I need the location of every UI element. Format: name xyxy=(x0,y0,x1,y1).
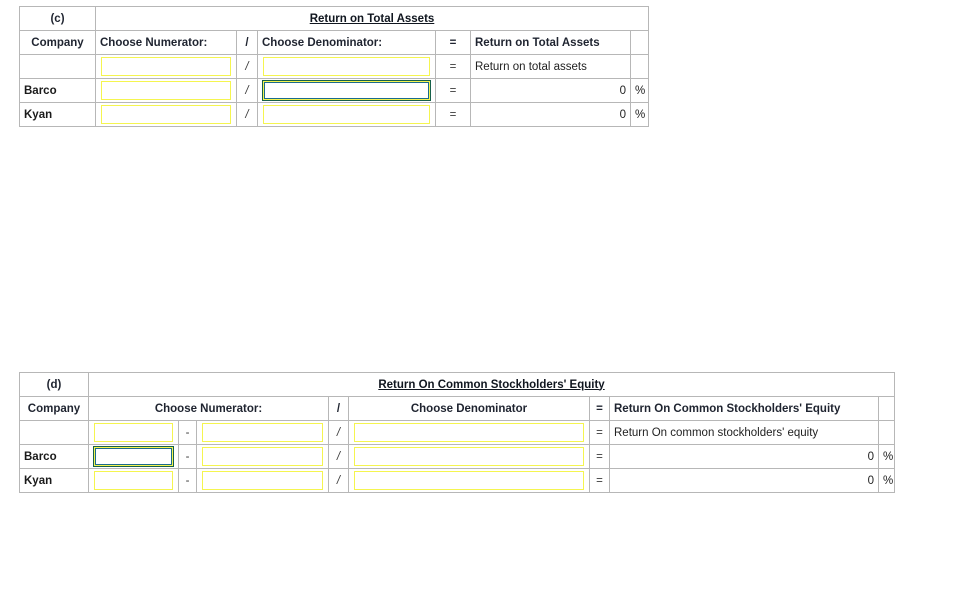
equals-operator: = xyxy=(589,444,610,469)
denominator-input-selected[interactable] xyxy=(257,78,436,103)
numerator-input[interactable] xyxy=(95,78,237,103)
col-header-numerator: Choose Numerator: xyxy=(88,396,329,421)
numerator-input-box[interactable] xyxy=(101,57,231,76)
equals-operator: = xyxy=(435,102,471,127)
col-header-result: Return On Common Stockholders' Equity xyxy=(609,396,879,421)
denominator-input-box[interactable] xyxy=(263,105,430,124)
minus-operator: - xyxy=(178,420,197,445)
worksheet-canvas: (c) Return on Total Assets Company Choos… xyxy=(0,0,968,608)
numerator-second-input[interactable] xyxy=(196,468,329,493)
table-d-header-row: Company Choose Numerator: / Choose Denom… xyxy=(19,396,895,421)
result-label: Return On common stockholders' equity xyxy=(609,420,879,445)
percent-symbol xyxy=(629,54,650,79)
col-header-divide: / xyxy=(236,30,258,55)
percent-symbol: % xyxy=(629,102,650,127)
result-value: 0 xyxy=(609,444,879,469)
numerator-second-input[interactable] xyxy=(196,420,329,445)
numerator-first-input-box[interactable] xyxy=(94,423,173,442)
denominator-input[interactable] xyxy=(257,54,436,79)
divide-operator: / xyxy=(328,444,349,469)
table-row: Barco / = 0 % xyxy=(19,78,650,103)
result-label: Return on total assets xyxy=(470,54,631,79)
numerator-second-input-box[interactable] xyxy=(202,471,323,490)
part-label-c: (c) xyxy=(19,6,96,31)
minus-operator: - xyxy=(178,444,197,469)
col-header-equals: = xyxy=(435,30,471,55)
table-row: Kyan / = 0 % xyxy=(19,102,650,127)
numerator-first-input[interactable] xyxy=(88,468,179,493)
denominator-input-box[interactable] xyxy=(354,471,584,490)
numerator-first-input-box[interactable] xyxy=(94,471,173,490)
result-value: 0 xyxy=(470,78,631,103)
numerator-input-box[interactable] xyxy=(101,105,231,124)
cell-company: Kyan xyxy=(19,102,96,127)
cell-company xyxy=(19,420,89,445)
divide-operator: / xyxy=(236,102,258,127)
col-header-divide: / xyxy=(328,396,349,421)
numerator-input[interactable] xyxy=(95,102,237,127)
cell-company: Barco xyxy=(19,444,89,469)
col-header-numerator: Choose Numerator: xyxy=(95,30,237,55)
table-row: Barco - / = 0 % xyxy=(19,444,895,469)
denominator-input-box[interactable] xyxy=(263,57,430,76)
return-on-total-assets-table: (c) Return on Total Assets Company Choos… xyxy=(19,6,650,127)
col-header-result: Return on Total Assets xyxy=(470,30,631,55)
denominator-input[interactable] xyxy=(348,420,590,445)
denominator-input[interactable] xyxy=(348,444,590,469)
numerator-input[interactable] xyxy=(95,54,237,79)
minus-operator: - xyxy=(178,468,197,493)
cell-company xyxy=(19,54,96,79)
table-row: Kyan - / = 0 % xyxy=(19,468,895,493)
percent-symbol: % xyxy=(629,78,650,103)
denominator-input-box[interactable] xyxy=(354,423,584,442)
divide-operator: / xyxy=(328,420,349,445)
cell-company: Barco xyxy=(19,78,96,103)
equals-operator: = xyxy=(589,420,610,445)
divide-operator: / xyxy=(236,54,258,79)
numerator-first-input-box[interactable] xyxy=(93,446,174,467)
percent-symbol: % xyxy=(878,468,895,493)
denominator-input-box[interactable] xyxy=(354,447,584,466)
return-on-common-stockholders-equity-table: (d) Return On Common Stockholders' Equit… xyxy=(19,372,895,493)
col-header-company: Company xyxy=(19,396,89,421)
divide-operator: / xyxy=(328,468,349,493)
table-d-title: Return On Common Stockholders' Equity xyxy=(88,372,895,397)
numerator-first-input[interactable] xyxy=(88,420,179,445)
result-value: 0 xyxy=(470,102,631,127)
col-header-company: Company xyxy=(19,30,96,55)
col-header-equals: = xyxy=(589,396,610,421)
numerator-second-input-box[interactable] xyxy=(202,447,323,466)
table-row: - / = Return On common stockholders' equ… xyxy=(19,420,895,445)
cell-company: Kyan xyxy=(19,468,89,493)
table-row: / = Return on total assets xyxy=(19,54,650,79)
divide-operator: / xyxy=(236,78,258,103)
col-header-denominator: Choose Denominator: xyxy=(257,30,436,55)
numerator-input-box[interactable] xyxy=(101,81,231,100)
denominator-input[interactable] xyxy=(348,468,590,493)
col-header-percent xyxy=(629,30,650,55)
numerator-first-input-selected[interactable] xyxy=(88,444,179,469)
equals-operator: = xyxy=(589,468,610,493)
table-c-header-row: Company Choose Numerator: / Choose Denom… xyxy=(19,30,650,55)
col-header-percent xyxy=(878,396,895,421)
part-label-d: (d) xyxy=(19,372,89,397)
table-c-title-row: (c) Return on Total Assets xyxy=(19,6,650,31)
table-d-title-row: (d) Return On Common Stockholders' Equit… xyxy=(19,372,895,397)
result-value: 0 xyxy=(609,468,879,493)
denominator-input-box[interactable] xyxy=(262,80,431,101)
numerator-second-input-box[interactable] xyxy=(202,423,323,442)
numerator-second-input[interactable] xyxy=(196,444,329,469)
col-header-denominator: Choose Denominator xyxy=(348,396,590,421)
percent-symbol: % xyxy=(878,444,895,469)
equals-operator: = xyxy=(435,78,471,103)
equals-operator: = xyxy=(435,54,471,79)
percent-symbol xyxy=(878,420,895,445)
table-c-title: Return on Total Assets xyxy=(94,6,650,31)
denominator-input[interactable] xyxy=(257,102,436,127)
